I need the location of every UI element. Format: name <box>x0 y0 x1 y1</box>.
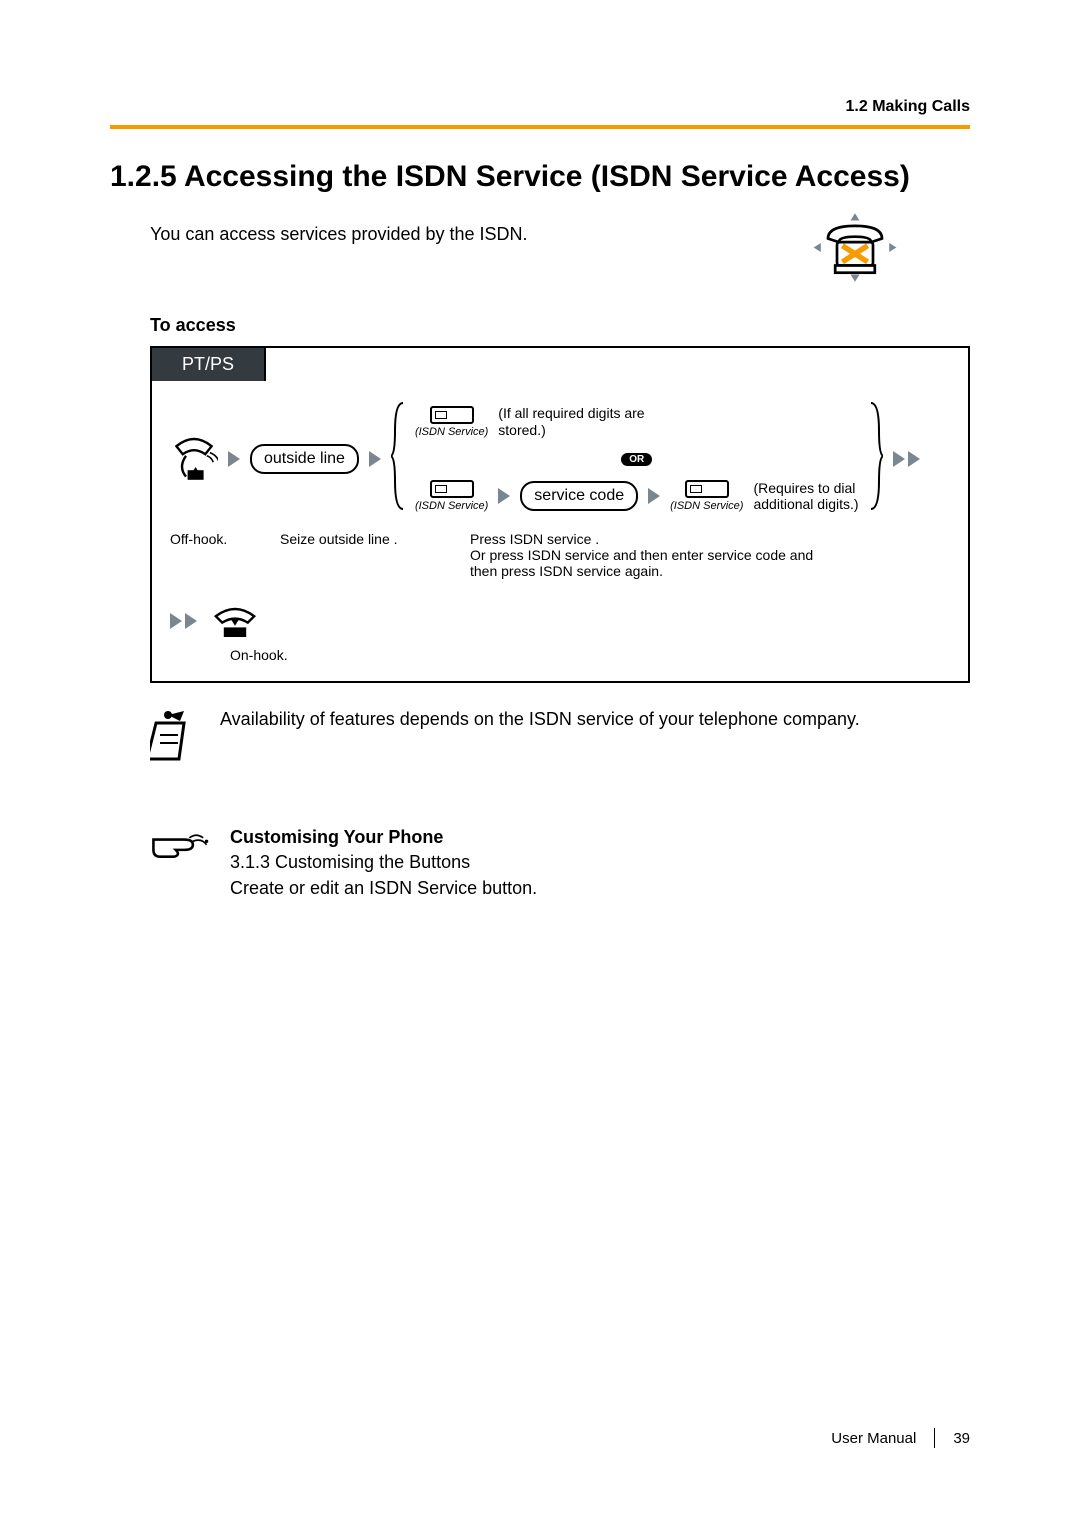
section-title: 1.2.5 Accessing the ISDN Service (ISDN S… <box>110 160 970 194</box>
note-clipboard-icon <box>150 709 200 765</box>
procedure-tab: PT/PS <box>150 346 266 381</box>
handset-offhook-icon <box>170 435 218 483</box>
customising-title: Customising Your Phone <box>230 825 537 850</box>
to-access-subhead: To access <box>150 315 970 336</box>
arrow-right-icon <box>228 451 240 467</box>
arrow-right-icon <box>369 451 381 467</box>
branch-group: (ISDN Service) (If all required digits a… <box>415 401 859 517</box>
brace-left-icon <box>391 401 405 511</box>
step-press-label: Press ISDN service . Or press ISDN servi… <box>470 531 950 579</box>
branch-bottom-note-l2: additional digits.) <box>753 496 858 512</box>
isdn-service-button-icon: (ISDN Service) <box>415 480 488 512</box>
branch-bottom-note-l1: (Requires to dial <box>753 480 855 496</box>
outside-line-pill: outside line <box>250 444 359 474</box>
customising-line1: 3.1.3 Customising the Buttons <box>230 850 537 875</box>
page-footer: User Manual 39 <box>831 1428 970 1448</box>
step-press-l3: then press ISDN service again. <box>470 563 663 579</box>
isdn-service-label: (ISDN Service) <box>415 426 488 438</box>
breadcrumb: 1.2 Making Calls <box>846 98 971 116</box>
step-press-l1: Press ISDN service . <box>470 531 599 547</box>
brace-right-icon <box>869 401 883 511</box>
handset-onhook-icon <box>211 601 259 641</box>
arrow-continue-icon <box>893 451 920 467</box>
footer-divider <box>934 1428 935 1448</box>
footer-manual: User Manual <box>831 1430 916 1447</box>
header-rule <box>110 125 970 129</box>
procedure-box: PT/PS outside line <box>150 346 970 683</box>
step-labels: Off-hook. Seize outside line . Press ISD… <box>170 531 950 579</box>
page-root: 1.2 Making Calls 1.2.5 Accessing the ISD… <box>0 0 1080 1528</box>
footer-page-number: 39 <box>953 1430 970 1447</box>
phone-x-icon <box>810 210 900 285</box>
branch-top-note: (If all required digits are stored.) <box>498 405 648 439</box>
procedure-flow: outside line (ISDN Service) <box>152 381 968 681</box>
hand-pointing-icon <box>150 825 210 861</box>
isdn-service-label: (ISDN Service) <box>415 500 488 512</box>
step-offhook-label: Off-hook. <box>170 531 280 579</box>
customising-block: Customising Your Phone 3.1.3 Customising… <box>150 825 970 901</box>
branch-bottom-note: (Requires to dial additional digits.) <box>753 480 858 514</box>
step-press-l2: Or press ISDN service and then enter ser… <box>470 547 813 563</box>
isdn-service-label: (ISDN Service) <box>670 500 743 512</box>
arrow-right-icon <box>498 488 510 504</box>
step-seize-label: Seize outside line . <box>280 531 470 579</box>
step-onhook-label: On-hook. <box>230 647 950 663</box>
isdn-service-button-icon: (ISDN Service) <box>415 406 488 438</box>
arrow-continue-icon <box>170 613 197 629</box>
note-block: Availability of features depends on the … <box>150 709 970 765</box>
customising-line2: Create or edit an ISDN Service button. <box>230 876 537 901</box>
note-text: Availability of features depends on the … <box>220 709 860 730</box>
arrow-right-icon <box>648 488 660 504</box>
or-badge: OR <box>621 453 652 466</box>
service-code-pill: service code <box>520 481 638 511</box>
isdn-service-button-icon: (ISDN Service) <box>670 480 743 512</box>
